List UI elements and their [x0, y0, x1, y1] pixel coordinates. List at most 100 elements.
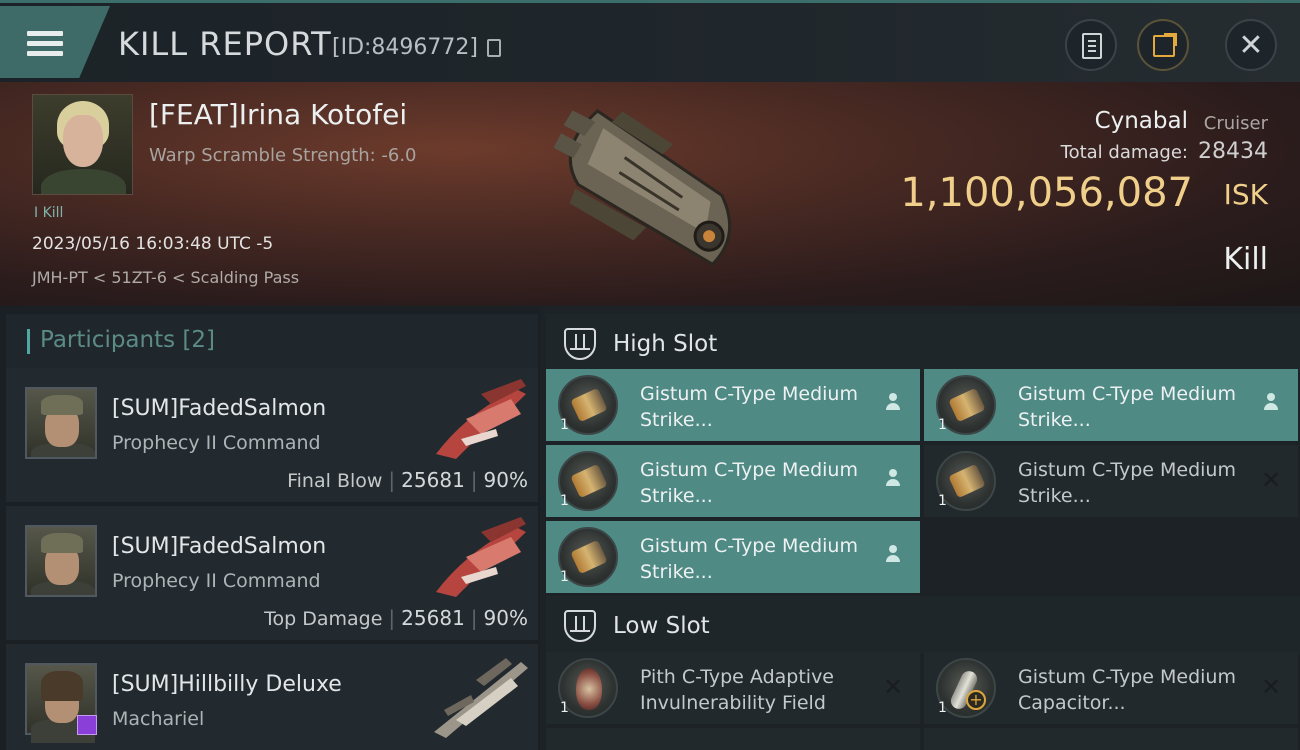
victim-ship-class: Cruiser [1203, 113, 1268, 134]
module-item[interactable]: 1 Gistum C-Type Medium Strike... [546, 521, 920, 593]
clipboard-button[interactable] [1065, 19, 1117, 71]
participant-ship-image [436, 517, 526, 597]
module-quantity: 1 [938, 700, 947, 716]
module-quantity: 1 [560, 569, 569, 585]
participant-name: [SUM]FadedSalmon [112, 534, 327, 559]
portrait-hat [41, 533, 83, 553]
module-name: Gistum C-Type Medium Strike... [640, 535, 858, 583]
module-item[interactable]: 1 Gistum C-Type Medium Strike... [924, 369, 1298, 441]
isk-value: 1,100,056,087 [900, 170, 1193, 216]
participant-damage-percent: 90% [483, 606, 528, 630]
plus-icon: + [966, 690, 986, 710]
module-item[interactable] [924, 728, 1298, 750]
victim-portrait[interactable] [32, 94, 133, 195]
close-button[interactable]: ✕ [1225, 19, 1277, 71]
module-core [948, 387, 986, 423]
participant-row[interactable]: [SUM]Hillbilly Deluxe Machariel [6, 644, 538, 750]
participant-stat-label: Final Blow [287, 470, 383, 492]
module-name: Pith C-Type Adaptive Invulnerability Fie… [640, 666, 834, 714]
kill-timestamp: 2023/05/16 16:03:48 UTC -5 [32, 234, 274, 254]
module-quantity: 1 [938, 493, 947, 509]
high-slot-header: High Slot [546, 314, 1300, 372]
report-id: [ID:8496772] [332, 35, 478, 60]
victim-banner: [FEAT]Irina Kotofei Warp Scramble Streng… [0, 82, 1300, 306]
portrait-hair [41, 671, 83, 701]
person-glyph [885, 545, 901, 563]
participant-stat-label: Top Damage [264, 608, 383, 630]
page-title: KILL REPORT [118, 25, 332, 63]
participants-accent-bar [27, 329, 30, 354]
victim-ship-name[interactable]: Cynabal [1095, 108, 1188, 134]
participant-ship-image [436, 379, 526, 459]
kill-location: JMH-PT < 51ZT-6 < Scalding Pass [32, 268, 300, 287]
module-quantity: 1 [560, 700, 569, 716]
hamburger-icon-bar [27, 41, 63, 46]
high-slot-title: High Slot [613, 331, 718, 357]
participant-ship-image [434, 658, 528, 738]
module-name: Gistum C-Type Medium Capacitor... [1018, 666, 1236, 714]
person-glyph [885, 393, 901, 411]
copy-icon[interactable] [487, 39, 501, 57]
participant-name: [SUM]FadedSalmon [112, 396, 327, 421]
low-slot-header: Low Slot [546, 596, 1300, 654]
participants-panel: Participants [2] [SUM]FadedSalmon Prophe… [0, 306, 540, 750]
module-item[interactable]: 1 Pith C-Type Adaptive Invulnerability F… [546, 652, 920, 724]
portrait-face [63, 115, 103, 167]
participant-row[interactable]: [SUM]FadedSalmon Prophecy II Command Fin… [6, 368, 538, 502]
low-slot-title: Low Slot [613, 613, 710, 639]
destroyed-x-icon: ✕ [1260, 466, 1282, 494]
stat-separator: | [388, 468, 396, 492]
participant-ship: Machariel [112, 708, 205, 730]
dropped-person-icon [1258, 391, 1284, 417]
participant-portrait[interactable] [25, 663, 97, 743]
person-glyph [885, 469, 901, 487]
dropped-person-icon [880, 391, 906, 417]
participant-ship: Prophecy II Command [112, 570, 321, 592]
module-name: Gistum C-Type Medium Strike... [1018, 383, 1236, 431]
victim-name[interactable]: [FEAT]Irina Kotofei [149, 98, 407, 131]
hamburger-icon [27, 31, 63, 36]
share-icon [1153, 33, 1177, 57]
module-quantity: 1 [560, 417, 569, 433]
module-quantity: 1 [938, 417, 947, 433]
module-quantity: 1 [560, 493, 569, 509]
participants-header: Participants [2] [6, 314, 538, 368]
participant-damage: 25681 [401, 468, 465, 492]
stat-separator: | [470, 606, 478, 630]
kill-result-label: Kill [1223, 242, 1268, 277]
destroyed-x-icon: ✕ [882, 673, 904, 701]
module-name: Gistum C-Type Medium Strike... [1018, 459, 1236, 507]
module-item[interactable]: 1 Gistum C-Type Medium Strike... ✕ [924, 445, 1298, 517]
destroyed-x-icon: ✕ [1260, 673, 1282, 701]
portrait-hat [41, 395, 83, 415]
menu-button[interactable] [0, 6, 110, 78]
module-item[interactable]: 1 Gistum C-Type Medium Strike... [546, 369, 920, 441]
total-damage-label: Total damage: [1060, 142, 1188, 163]
share-button[interactable] [1137, 19, 1189, 71]
participant-row[interactable]: [SUM]FadedSalmon Prophecy II Command Top… [6, 506, 538, 640]
person-glyph [1263, 393, 1279, 411]
participant-damage: 25681 [401, 606, 465, 630]
module-core [570, 463, 608, 499]
stat-separator: | [388, 606, 396, 630]
module-core [570, 539, 608, 575]
participant-ship: Prophecy II Command [112, 432, 321, 454]
kill-report-header: KILL REPORT [ID:8496772] ✕ [0, 0, 1300, 82]
close-icon: ✕ [1238, 28, 1264, 63]
dropped-person-icon [880, 543, 906, 569]
victim-scramble-strength: Warp Scramble Strength: -6.0 [149, 145, 417, 166]
participant-portrait[interactable] [25, 387, 97, 459]
module-item[interactable] [546, 728, 920, 750]
module-core [570, 387, 608, 423]
module-name: Gistum C-Type Medium Strike... [640, 459, 858, 507]
participant-name: [SUM]Hillbilly Deluxe [112, 672, 342, 697]
low-slot-icon [564, 610, 596, 642]
victim-kill-tag: I Kill [34, 205, 64, 221]
module-item[interactable]: + 1 Gistum C-Type Medium Capacitor... ✕ [924, 652, 1298, 724]
info-badge-icon [77, 715, 97, 735]
participant-portrait[interactable] [25, 525, 97, 597]
module-item[interactable]: 1 Gistum C-Type Medium Strike... [546, 445, 920, 517]
clipboard-icon [1082, 33, 1102, 59]
hamburger-icon-bar [27, 51, 63, 56]
module-core [948, 463, 986, 499]
